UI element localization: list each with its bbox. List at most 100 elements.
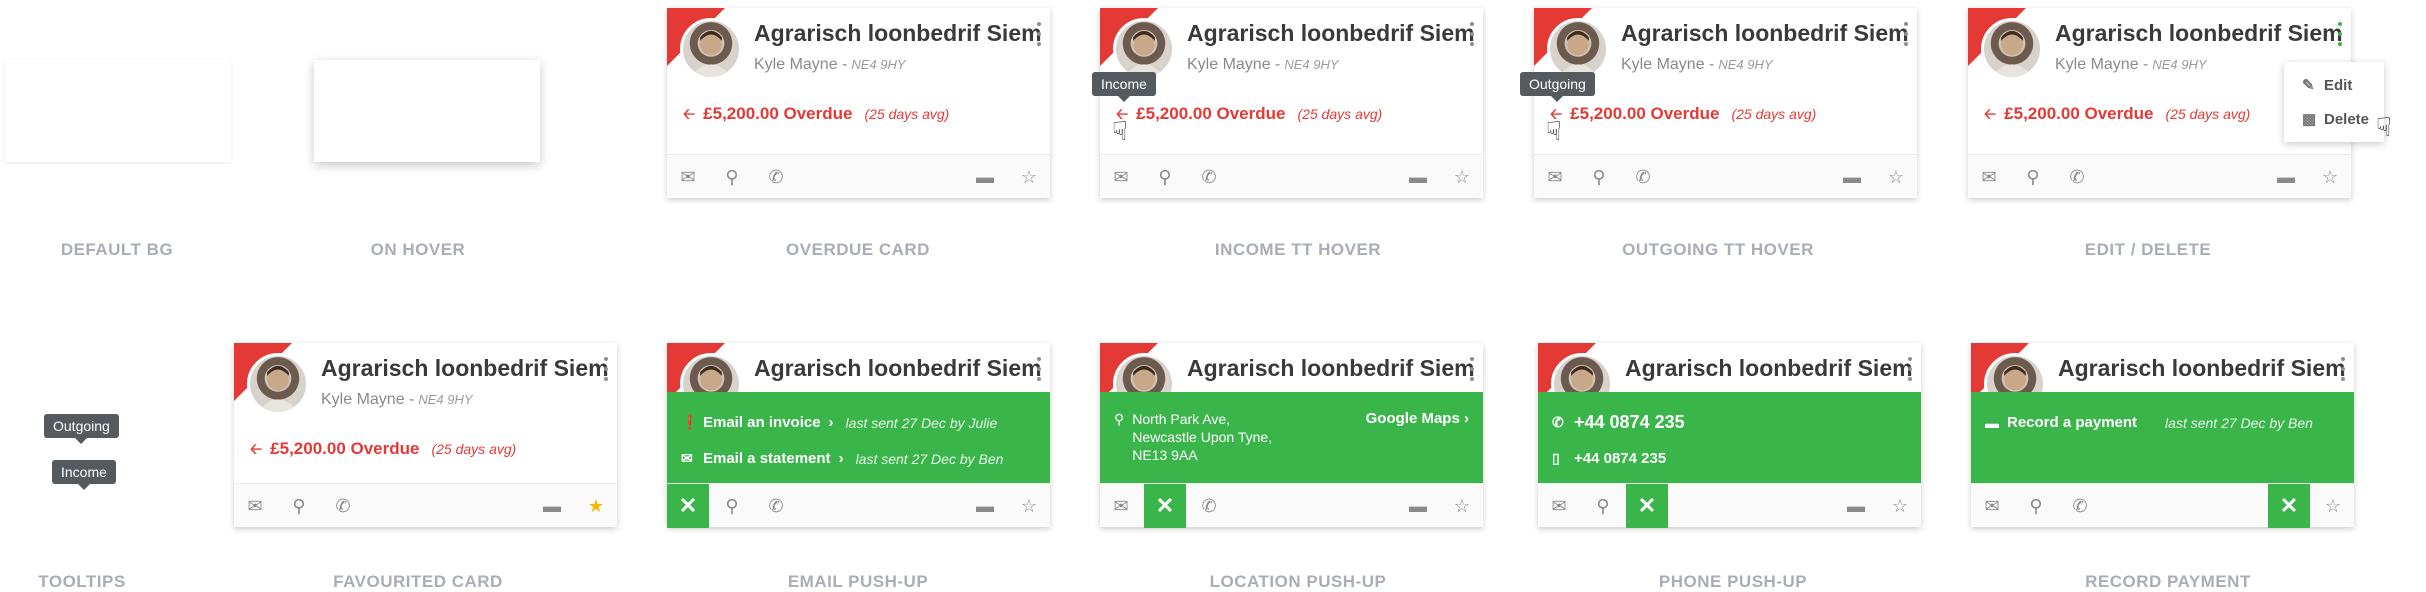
- contact-name: Kyle Mayne -: [754, 56, 848, 73]
- phone-icon[interactable]: ✆: [1622, 155, 1664, 199]
- edit-delete-card[interactable]: Agrarisch loonbedrif Siem Kyle Mayne - NE…: [1968, 8, 2392, 199]
- kebab-menu-icon[interactable]: [2336, 22, 2344, 46]
- credit-card-icon[interactable]: ▬: [964, 484, 1006, 528]
- phone-icon[interactable]: ✆: [2056, 155, 2098, 199]
- kebab-menu-icon[interactable]: [1035, 357, 1043, 381]
- map-pin-icon[interactable]: ⚲: [2015, 484, 2057, 528]
- card-title: Agrarisch loonbedrif Siem: [754, 20, 1042, 46]
- close-icon[interactable]: ✕: [2268, 484, 2310, 528]
- card-subtitle: Kyle Mayne - NE4 9HY: [321, 391, 473, 409]
- location-pushup-card[interactable]: Agrarisch loonbedrif Siem ⚲ North Park A…: [1100, 343, 1483, 528]
- phone-icon[interactable]: ✆: [1188, 155, 1230, 199]
- close-icon[interactable]: ✕: [1626, 484, 1668, 528]
- kebab-menu-icon[interactable]: [2339, 357, 2347, 381]
- contact-name: Kyle Mayne -: [2055, 56, 2149, 73]
- map-pin-icon[interactable]: ⚲: [2012, 155, 2054, 199]
- kebab-menu-icon[interactable]: [1906, 357, 1914, 381]
- card-actions: ✉ ⚲ ✆ ▬ ☆: [1100, 154, 1483, 198]
- label-record-payment: RECORD PAYMENT: [2085, 572, 2251, 591]
- star-icon[interactable]: ☆: [2312, 484, 2354, 528]
- mail-icon[interactable]: ✉: [234, 484, 276, 528]
- arrow-left-icon[interactable]: 🡠: [1984, 104, 1996, 129]
- star-icon[interactable]: ☆: [1441, 484, 1483, 528]
- card-actions: ✕ ⚲ ✆ ▬ ☆: [667, 483, 1050, 528]
- card-title: Agrarisch loonbedrif Siem: [321, 355, 609, 381]
- map-pin-icon[interactable]: ⚲: [711, 484, 753, 528]
- overdue-card[interactable]: Agrarisch loonbedrif Siem Kyle Mayne - NE…: [667, 8, 1050, 198]
- avatar: [1547, 18, 1609, 80]
- mail-icon[interactable]: ✉: [667, 155, 709, 199]
- card-actions: ✉ ✕ ✆ ▬ ☆: [1100, 483, 1483, 528]
- context-menu: ✎ Edit ▩ Delete: [2284, 62, 2384, 142]
- star-icon[interactable]: ☆: [2309, 155, 2351, 199]
- phone-icon[interactable]: ✆: [755, 484, 797, 528]
- phone-pushup-panel: ✆ +44 0874 235 ▯ +44 0874 235: [1538, 392, 1921, 490]
- star-icon[interactable]: ☆: [1875, 155, 1917, 199]
- kebab-menu-icon[interactable]: [1035, 22, 1043, 46]
- close-icon[interactable]: ✕: [1144, 484, 1186, 528]
- card-title: Agrarisch loonbedrif Siem: [1621, 20, 1909, 46]
- credit-card-icon[interactable]: ▬: [2265, 155, 2307, 199]
- map-pin-icon: ⚲: [1114, 411, 1125, 427]
- phone-mobile-row[interactable]: ▯ +44 0874 235: [1552, 450, 1666, 467]
- hand-cursor-icon: ☟: [2376, 112, 2392, 142]
- google-maps-link[interactable]: Google Maps ›: [1366, 410, 1469, 427]
- email-statement-row[interactable]: ✉ Email a statement › last sent 27 Dec by B…: [681, 450, 1003, 467]
- credit-card-icon[interactable]: ▬: [531, 484, 573, 528]
- mail-icon[interactable]: ✉: [1100, 484, 1142, 528]
- star-icon[interactable]: ☆: [1441, 155, 1483, 199]
- phone-pushup-card[interactable]: Agrarisch loonbedrif Siem ✆ +44 0874 235 …: [1538, 343, 1921, 528]
- map-pin-icon[interactable]: ⚲: [1578, 155, 1620, 199]
- overdue-status: 🡠 £5,200.00 Overdue (25 days avg): [250, 439, 516, 464]
- mail-icon[interactable]: ✉: [1968, 155, 2010, 199]
- favourited-card[interactable]: Agrarisch loonbedrif Siem Kyle Mayne - NE…: [234, 343, 617, 527]
- credit-card-icon[interactable]: ▬: [1831, 155, 1873, 199]
- phone-primary: +44 0874 235: [1574, 412, 1685, 432]
- address-line-1: North Park Ave,: [1132, 411, 1231, 427]
- phone-primary-row[interactable]: ✆ +44 0874 235: [1552, 412, 1685, 433]
- record-payment-row[interactable]: ▬ Record a payment last sent 27 Dec by Ben: [1985, 414, 2313, 431]
- record-payment-card[interactable]: Agrarisch loonbedrif Siem ▬ Record a paym…: [1971, 343, 2354, 528]
- menu-item-delete[interactable]: ▩ Delete: [2284, 102, 2384, 136]
- mail-icon[interactable]: ✉: [1534, 155, 1576, 199]
- kebab-menu-icon[interactable]: [1468, 22, 1476, 46]
- outgoing-tooltip: Outgoing: [1520, 72, 1595, 102]
- phone-icon[interactable]: ✆: [1188, 484, 1230, 528]
- kebab-menu-icon[interactable]: [1468, 357, 1476, 381]
- star-icon[interactable]: ☆: [1879, 484, 1921, 528]
- income-tt-card[interactable]: Agrarisch loonbedrif Siem Kyle Mayne - NE…: [1092, 8, 1483, 198]
- email-pushup-card[interactable]: Agrarisch loonbedrif Siem ❗ Email an invo…: [667, 343, 1050, 528]
- menu-item-edit[interactable]: ✎ Edit: [2284, 68, 2384, 102]
- outgoing-tt-card[interactable]: Agrarisch loonbedrif Siem Kyle Mayne - NE…: [1520, 8, 1917, 198]
- kebab-menu-icon[interactable]: [1902, 22, 1910, 46]
- credit-card-icon[interactable]: ▬: [1835, 484, 1877, 528]
- arrow-left-icon[interactable]: 🡠: [683, 104, 695, 129]
- star-icon[interactable]: ★: [575, 484, 617, 528]
- star-icon[interactable]: ☆: [1008, 484, 1050, 528]
- credit-card-icon[interactable]: ▬: [964, 155, 1006, 199]
- email-invoice-row[interactable]: ❗ Email an invoice › last sent 27 Dec by Ju…: [681, 414, 997, 431]
- mail-icon[interactable]: ✉: [1971, 484, 2013, 528]
- phone-icon[interactable]: ✆: [755, 155, 797, 199]
- credit-card-icon[interactable]: ▬: [1397, 484, 1439, 528]
- close-icon[interactable]: ✕: [667, 484, 709, 528]
- card-actions: ✉ ⚲ ✆ ▬ ☆: [1534, 154, 1917, 198]
- credit-card-icon: ▬: [1985, 414, 1999, 431]
- email-pushup-panel: ❗ Email an invoice › last sent 27 Dec by Ju…: [667, 392, 1050, 490]
- mail-icon[interactable]: ✉: [1538, 484, 1580, 528]
- card-subtitle: Kyle Mayne - NE4 9HY: [2055, 56, 2207, 74]
- map-pin-icon[interactable]: ⚲: [278, 484, 320, 528]
- label-outgoing-tt-hover: OUTGOING TT HOVER: [1622, 240, 1814, 259]
- arrow-left-icon[interactable]: 🡠: [250, 439, 262, 464]
- star-icon[interactable]: ☆: [1008, 155, 1050, 199]
- card-subtitle: Kyle Mayne - NE4 9HY: [1621, 56, 1773, 74]
- map-pin-icon[interactable]: ⚲: [711, 155, 753, 199]
- credit-card-icon[interactable]: ▬: [1397, 155, 1439, 199]
- phone-icon[interactable]: ✆: [322, 484, 364, 528]
- phone-icon[interactable]: ✆: [2059, 484, 2101, 528]
- mail-icon[interactable]: ✉: [1100, 155, 1142, 199]
- phone-mobile: +44 0874 235: [1574, 450, 1667, 467]
- kebab-menu-icon[interactable]: [602, 357, 610, 381]
- map-pin-icon[interactable]: ⚲: [1582, 484, 1624, 528]
- map-pin-icon[interactable]: ⚲: [1144, 155, 1186, 199]
